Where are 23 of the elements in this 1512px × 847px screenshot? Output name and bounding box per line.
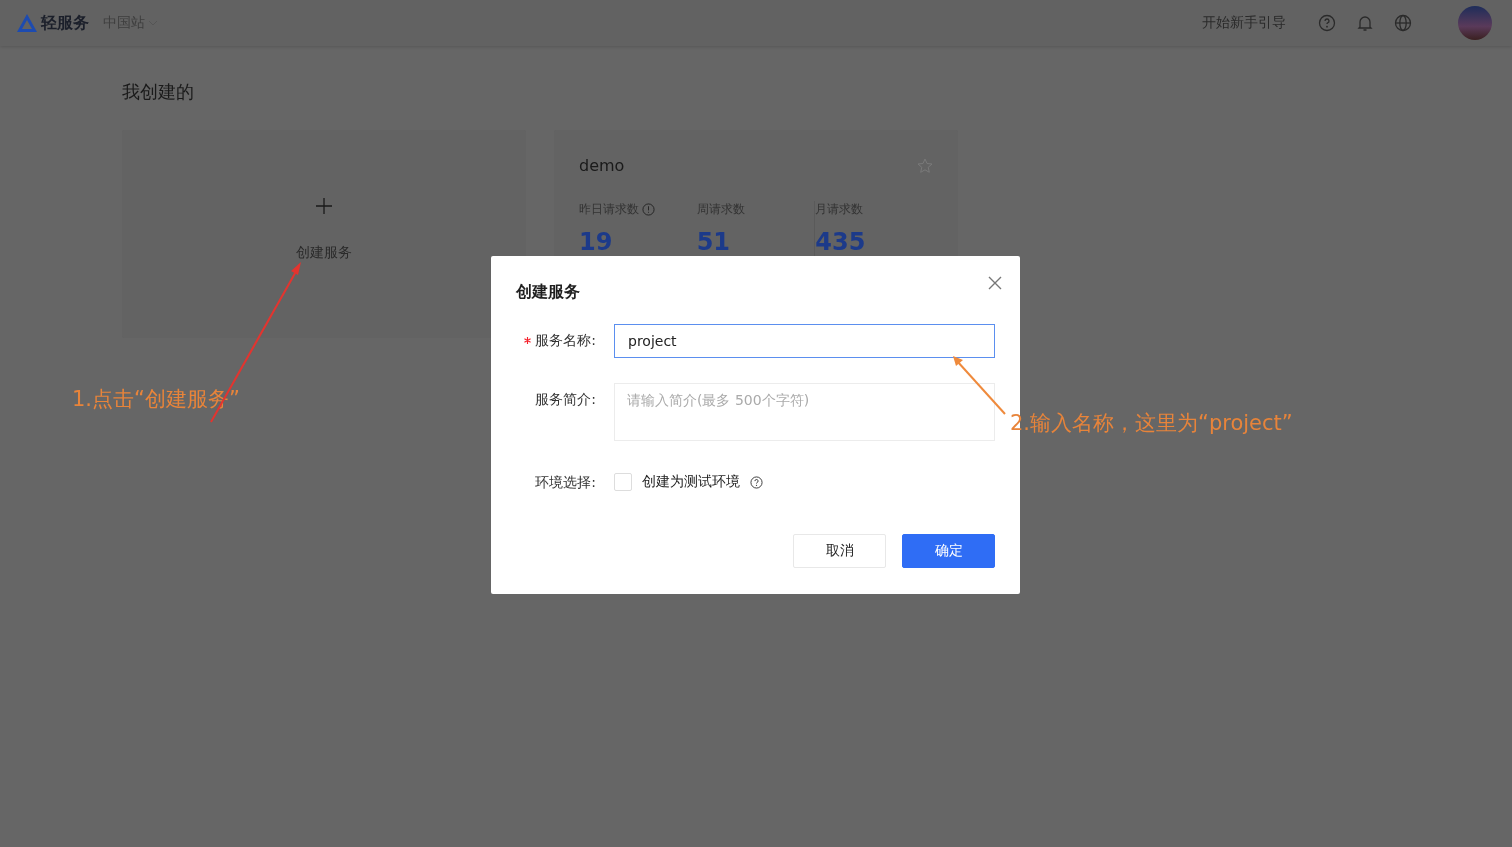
confirm-button[interactable]: 确定 [902,534,995,568]
stat-value: 51 [696,228,731,256]
service-name-input[interactable]: project [614,324,995,358]
checkbox[interactable] [614,473,632,491]
help-icon[interactable] [1318,14,1336,32]
stat-value: 435 [815,228,866,256]
logo-icon [16,13,38,33]
service-name: demo [579,156,625,175]
annotation-arrow [953,356,1006,415]
field-label: 服务简介: [535,390,596,409]
globe-icon[interactable] [1394,14,1412,32]
logo-text: 轻服务 [41,12,89,34]
cancel-button[interactable]: 取消 [793,534,886,568]
bell-icon[interactable] [1356,14,1374,32]
checkbox-label: 创建为测试环境 [642,473,740,491]
plus-icon [316,198,332,214]
section-title: 我创建的 [122,80,195,104]
user-avatar[interactable] [1458,6,1492,40]
create-service-label: 创建服务 [296,244,352,262]
close-button[interactable] [986,274,1004,292]
description-input[interactable]: 请输入简介(最多 500个字符) [614,383,995,441]
field-label: 环境选择: [535,473,596,492]
stat-value: 19 [579,228,613,256]
